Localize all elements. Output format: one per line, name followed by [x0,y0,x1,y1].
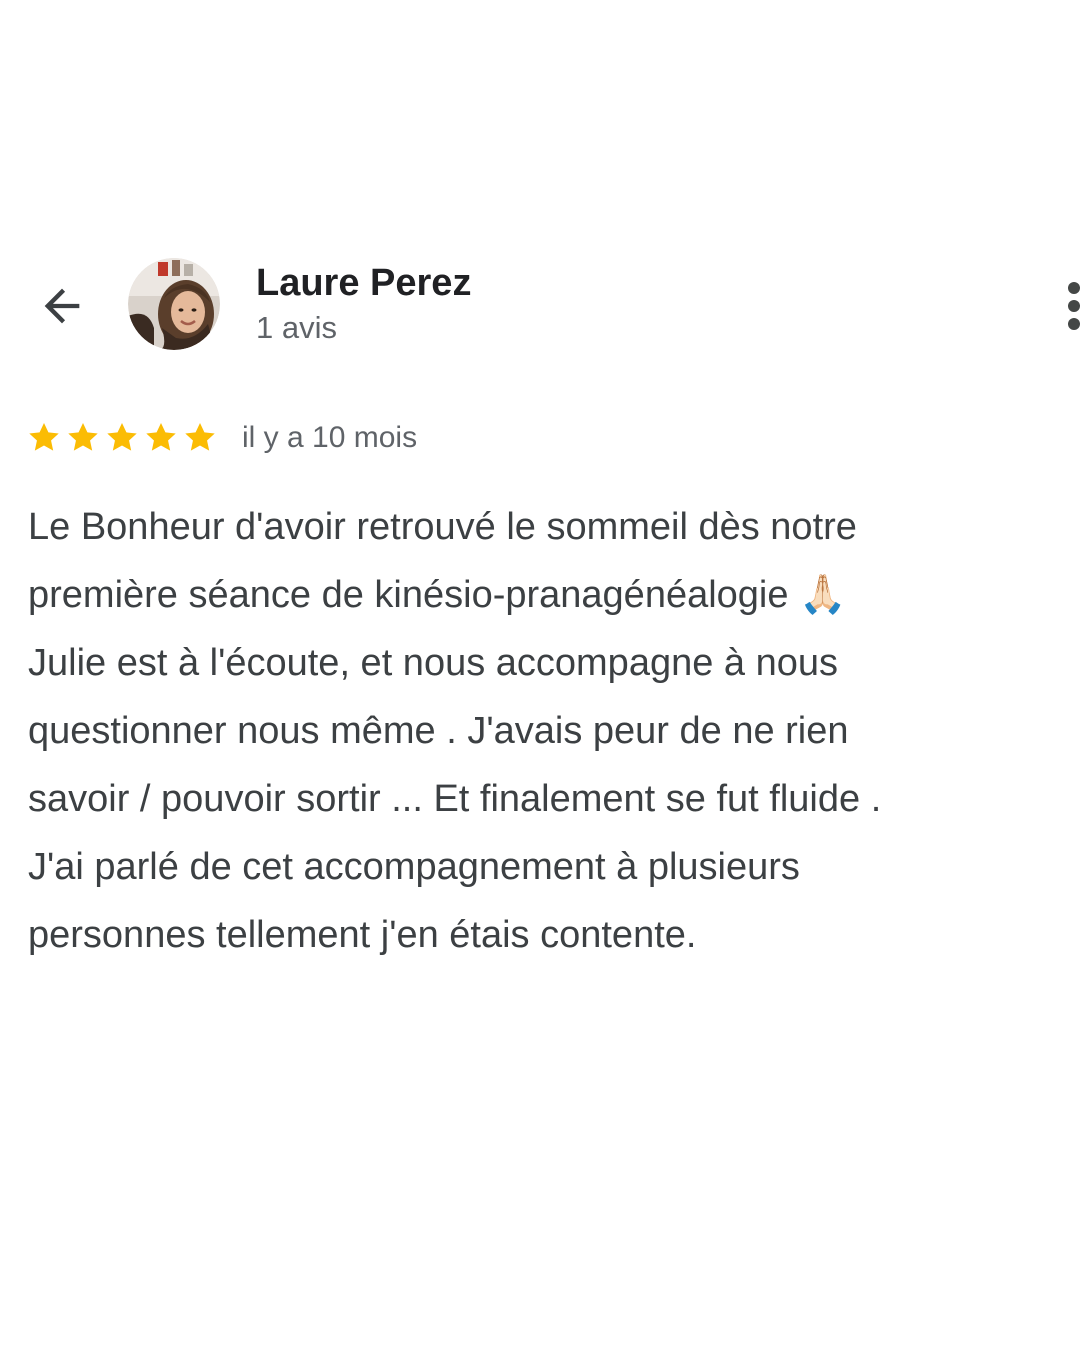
avatar[interactable] [128,258,220,350]
review-text-line: Le Bonheur d'avoir retrouvé le sommeil d… [28,506,857,548]
star-icon [68,423,98,451]
star-icon [107,423,137,451]
review-text-line: Julie est à l'écoute, et nous accompagne… [28,642,839,684]
more-vert-icon-dot [1068,300,1080,312]
review-text-line: J'ai parlé de cet accompagnement à plusi… [28,846,800,888]
back-button[interactable] [30,276,94,336]
rating-row: il y a 10 mois [26,418,417,458]
star-icon [146,423,176,451]
review-text-line: première séance de kinésio-pranagénéalog… [28,574,847,616]
reviewer-name[interactable]: Laure Perez [256,262,471,305]
review-text-line: questionner nous même . J'avais peur de … [28,710,849,752]
user-photo-icon [128,258,220,350]
review-text: Le Bonheur d'avoir retrouvé le sommeil d… [28,493,1068,969]
star-icon [185,423,215,451]
review-text-line: personnes tellement j'en étais contente. [28,914,697,956]
more-vert-icon-dot [1068,318,1080,330]
review-date: il y a 10 mois [242,421,418,454]
star-icon [29,423,59,451]
review-text-line: savoir / pouvoir sortir ... Et finalemen… [28,778,882,820]
more-vert-icon [1068,282,1080,294]
star-rating [26,420,221,456]
arrow-back-icon [44,288,80,324]
more-options-button[interactable] [1064,276,1080,336]
review-count: 1 avis [256,310,337,345]
